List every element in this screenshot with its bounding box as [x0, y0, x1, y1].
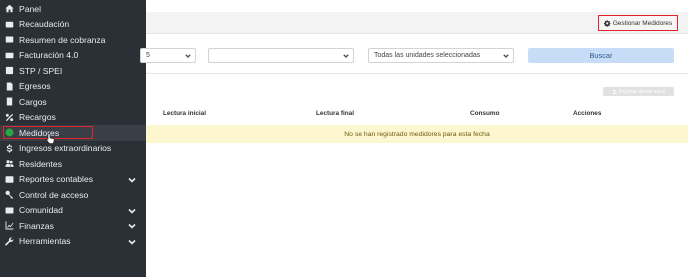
sidebar-item-label: Ingresos extraordinarios [19, 143, 112, 154]
sidebar-nav: Panel Recaudación Resumen de cobranza Fa… [0, 0, 146, 249]
sidebar-item-label: Facturación 4.0 [19, 50, 79, 61]
community-icon [4, 205, 15, 216]
wrench-icon [4, 236, 15, 247]
chevron-down-icon[interactable] [128, 222, 136, 230]
sidebar-item-label: Egresos [19, 81, 51, 92]
document-icon [4, 81, 15, 92]
sidebar-item-label: Cargos [19, 96, 47, 107]
column-header: Acciones [573, 110, 602, 117]
home-icon [4, 3, 15, 14]
manage-meters-button[interactable]: Gestionar Medidores [598, 15, 678, 31]
sidebar-item-label: Resumen de cobranza [19, 34, 106, 45]
sidebar-item-label: Control de acceso [19, 189, 89, 200]
sidebar-item-control-acceso[interactable]: Control de acceso [0, 187, 146, 203]
sidebar-item-stp-spei[interactable]: STP / SPEI [0, 63, 146, 79]
sidebar-item-label: Finanzas [19, 220, 54, 231]
period-select-value: 5 [146, 52, 150, 59]
sidebar-item-panel[interactable]: Panel [0, 1, 146, 17]
import-excel-button[interactable]: Importar desde excel [603, 87, 674, 96]
sidebar-item-reportes-contables[interactable]: Reportes contables [0, 172, 146, 188]
main-content: Gestionar Medidores 5 Todas las unidades… [140, 0, 688, 277]
filter-select[interactable] [208, 48, 354, 63]
gauge-icon [4, 127, 15, 138]
sidebar-item-label: STP / SPEI [19, 65, 63, 76]
wallet-icon [4, 19, 15, 30]
import-excel-label: Importar desde excel [618, 88, 666, 95]
chevron-down-icon [503, 53, 509, 59]
sidebar-item-cargos[interactable]: Cargos [0, 94, 146, 110]
sidebar: Panel Recaudación Resumen de cobranza Fa… [0, 0, 146, 277]
units-select-value: Todas las unidades seleccionadas [374, 52, 481, 59]
empty-state-row: No se han registrado medidores para esta… [146, 125, 688, 143]
sidebar-item-herramientas[interactable]: Herramientas [0, 234, 146, 250]
gear-icon [603, 19, 611, 27]
key-icon [4, 189, 15, 200]
sidebar-item-ingresos-extraordinarios[interactable]: Ingresos extraordinarios [0, 141, 146, 157]
sidebar-item-medidores[interactable]: Medidores [0, 125, 146, 141]
units-select[interactable]: Todas las unidades seleccionadas [368, 48, 514, 63]
summary-icon [4, 34, 15, 45]
sidebar-item-label: Recargos [19, 112, 56, 123]
column-header: Lectura inicial [163, 110, 206, 117]
sidebar-item-egresos[interactable]: Egresos [0, 79, 146, 95]
percent-icon [4, 112, 15, 123]
reports-icon [4, 174, 15, 185]
sidebar-item-label: Herramientas [19, 236, 71, 247]
sidebar-item-label: Comunidad [19, 205, 63, 216]
bank-icon [4, 65, 15, 76]
sidebar-item-label: Residentes [19, 158, 62, 169]
sidebar-item-resumen-cobranza[interactable]: Resumen de cobranza [0, 32, 146, 48]
sidebar-item-recargos[interactable]: Recargos [0, 110, 146, 126]
column-header: Lectura final [316, 110, 354, 117]
hand-cursor-icon [46, 133, 55, 144]
manage-meters-label: Gestionar Medidores [612, 19, 673, 27]
chevron-down-icon[interactable] [128, 207, 136, 215]
invoice-icon [4, 50, 15, 61]
filters-bar: 5 Todas las unidades seleccionadas Busca… [140, 40, 688, 74]
sidebar-item-facturacion[interactable]: Facturación 4.0 [0, 48, 146, 64]
chevron-down-icon [343, 53, 349, 59]
users-icon [4, 158, 15, 169]
chevron-down-icon[interactable] [128, 238, 136, 246]
dollar-icon [4, 143, 15, 154]
charge-icon [4, 96, 15, 107]
search-button[interactable]: Buscar [528, 48, 674, 63]
chevron-down-icon[interactable] [128, 176, 136, 184]
sidebar-item-label: Panel [19, 3, 41, 14]
sidebar-item-recaudacion[interactable]: Recaudación [0, 17, 146, 33]
table-header: Lectura inicial Lectura final Consumo Ac… [146, 108, 688, 120]
chevron-down-icon [185, 53, 191, 59]
upload-icon [612, 89, 617, 94]
sidebar-item-label: Recaudación [19, 19, 70, 30]
column-header: Consumo [470, 110, 500, 117]
sidebar-item-comunidad[interactable]: Comunidad [0, 203, 146, 219]
page-header: Gestionar Medidores [146, 12, 688, 34]
sidebar-item-residentes[interactable]: Residentes [0, 156, 146, 172]
sidebar-item-label: Reportes contables [19, 174, 94, 185]
period-select[interactable]: 5 [140, 48, 196, 63]
sidebar-item-finanzas[interactable]: Finanzas [0, 218, 146, 234]
chart-icon [4, 220, 15, 231]
